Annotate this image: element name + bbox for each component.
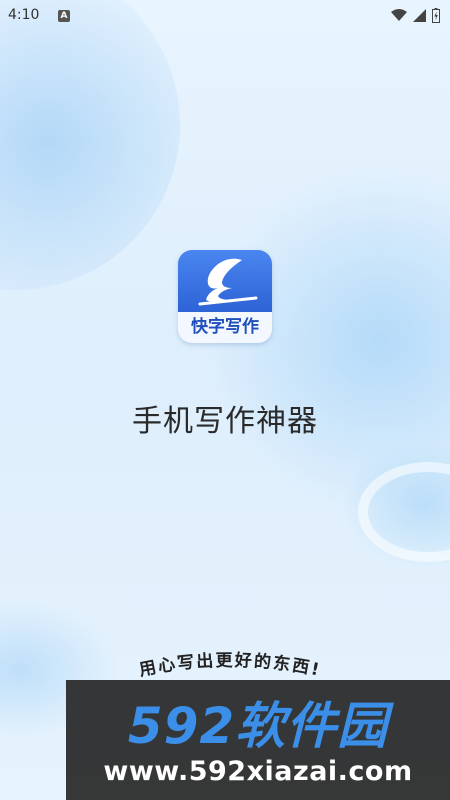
background-cloud (0, 0, 180, 290)
feather-letter-icon (198, 258, 258, 306)
app-logo: 快字写作 (178, 250, 272, 343)
system-icons (391, 8, 440, 23)
watermark-brand: 592软件园 (127, 697, 389, 755)
svg-text:用心写出更好的东西!: 用心写出更好的东西! (137, 650, 322, 681)
watermark-banner: 592软件园 www.592xiazai.com (66, 680, 450, 800)
wifi-icon (391, 9, 407, 22)
slogan: 手机写作神器 (132, 404, 318, 439)
app-icon-label: 快字写作 (191, 317, 259, 337)
notification-icon: A (58, 10, 70, 22)
battery-icon (432, 8, 440, 23)
tagline-text: 用心写出更好的东西! (137, 650, 320, 681)
signal-icon (413, 9, 426, 22)
watermark-url: www.592xiazai.com (103, 756, 413, 787)
status-bar: 4:10 A (0, 0, 450, 32)
logo-graphic (178, 250, 272, 312)
status-time: 4:10 (8, 7, 40, 23)
